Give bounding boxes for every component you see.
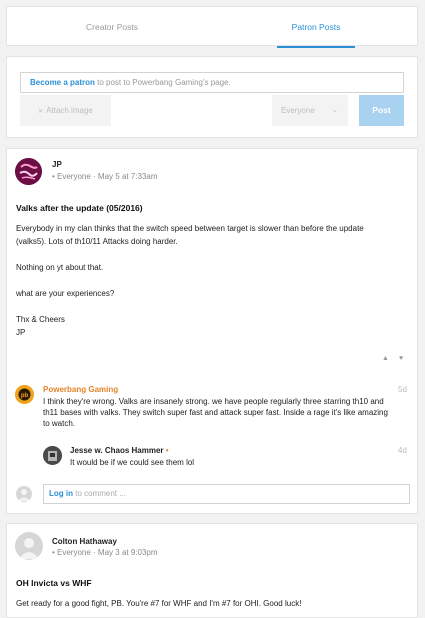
post-composer: Become a patron to post to Powerbang Gam… <box>6 56 418 138</box>
comment-author[interactable]: Powerbang Gaming <box>43 385 118 394</box>
comment-text: I think they're wrong. Valks are insanel… <box>43 397 388 428</box>
post-button[interactable]: Post <box>359 95 404 126</box>
comment-actions[interactable]: · · <box>86 467 92 473</box>
attach-image-button[interactable]: ✕ Attach image <box>20 95 111 126</box>
avatar-photo-icon <box>43 446 62 465</box>
post-title: OH Invicta vs WHF <box>16 578 92 588</box>
comment-actions[interactable]: · · <box>59 429 65 435</box>
login-link[interactable]: Log in <box>49 489 73 498</box>
comment-author-name: Jesse w. Chaos Hammer <box>70 446 164 455</box>
post-meta: • Everyone · May 5 at 7:33am <box>52 172 158 181</box>
audience-label: Everyone <box>281 106 315 115</box>
avatar[interactable]: pb <box>15 385 34 404</box>
svg-text:pb: pb <box>21 393 29 399</box>
post-body-line: Everybody in my clan thinks that the swi… <box>16 224 364 233</box>
comment-time: 5d <box>398 385 407 394</box>
post-body-line: Thx & Cheers <box>16 315 65 324</box>
comment-time: 4d <box>398 446 407 455</box>
user-avatar-icon <box>16 486 32 502</box>
composer-input[interactable]: Become a patron to post to Powerbang Gam… <box>20 72 404 93</box>
avatar-logo-icon: pb <box>15 385 34 404</box>
tab-patron-posts[interactable]: Patron Posts <box>277 7 355 48</box>
post-card: JP • Everyone · May 5 at 7:33am Valks af… <box>6 148 418 514</box>
avatar[interactable] <box>15 158 42 185</box>
like-icon[interactable]: ♥ <box>399 355 403 362</box>
post-body-line: what are your experiences? <box>16 289 115 298</box>
share-icon[interactable]: ▲ <box>382 355 389 362</box>
post-author[interactable]: Colton Hathaway <box>52 537 117 546</box>
composer-prompt: to post to Powerbang Gaming's page. <box>97 78 231 87</box>
avatar-logo-icon <box>15 158 42 185</box>
post-meta: • Everyone · May 3 at 9:03pm <box>52 548 158 557</box>
avatar[interactable] <box>43 446 62 465</box>
comment-input[interactable]: Log in to comment ... <box>43 484 410 504</box>
chevron-down-icon: ⌄ <box>332 107 338 114</box>
comment-placeholder: to comment ... <box>75 489 126 498</box>
become-patron-link[interactable]: Become a patron <box>30 78 95 87</box>
avatar[interactable] <box>15 532 43 560</box>
post-body-line: JP <box>16 328 26 337</box>
tab-creator-posts[interactable]: Creator Posts <box>67 7 157 47</box>
post-tabs: Creator Posts Patron Posts <box>6 6 418 48</box>
post-body-line: Get ready for a good fight, PB. You're #… <box>16 599 302 608</box>
post-author[interactable]: JP <box>52 160 62 169</box>
audience-select[interactable]: Everyone ⌄ <box>272 95 348 126</box>
user-avatar-icon <box>19 538 39 559</box>
patron-badge: • <box>165 446 169 455</box>
post-body-line: (valks5). Lots of th10/11 Attacks doing … <box>16 237 178 246</box>
post-title: Valks after the update (05/2016) <box>16 203 143 213</box>
comment-author[interactable]: Jesse w. Chaos Hammer • <box>70 446 169 455</box>
post-card: Colton Hathaway • Everyone · May 3 at 9:… <box>6 523 418 618</box>
post-body-line: Nothing on yt about that. <box>16 263 104 272</box>
attach-icon: ✕ <box>38 109 44 115</box>
attach-label: Attach image <box>46 106 93 115</box>
